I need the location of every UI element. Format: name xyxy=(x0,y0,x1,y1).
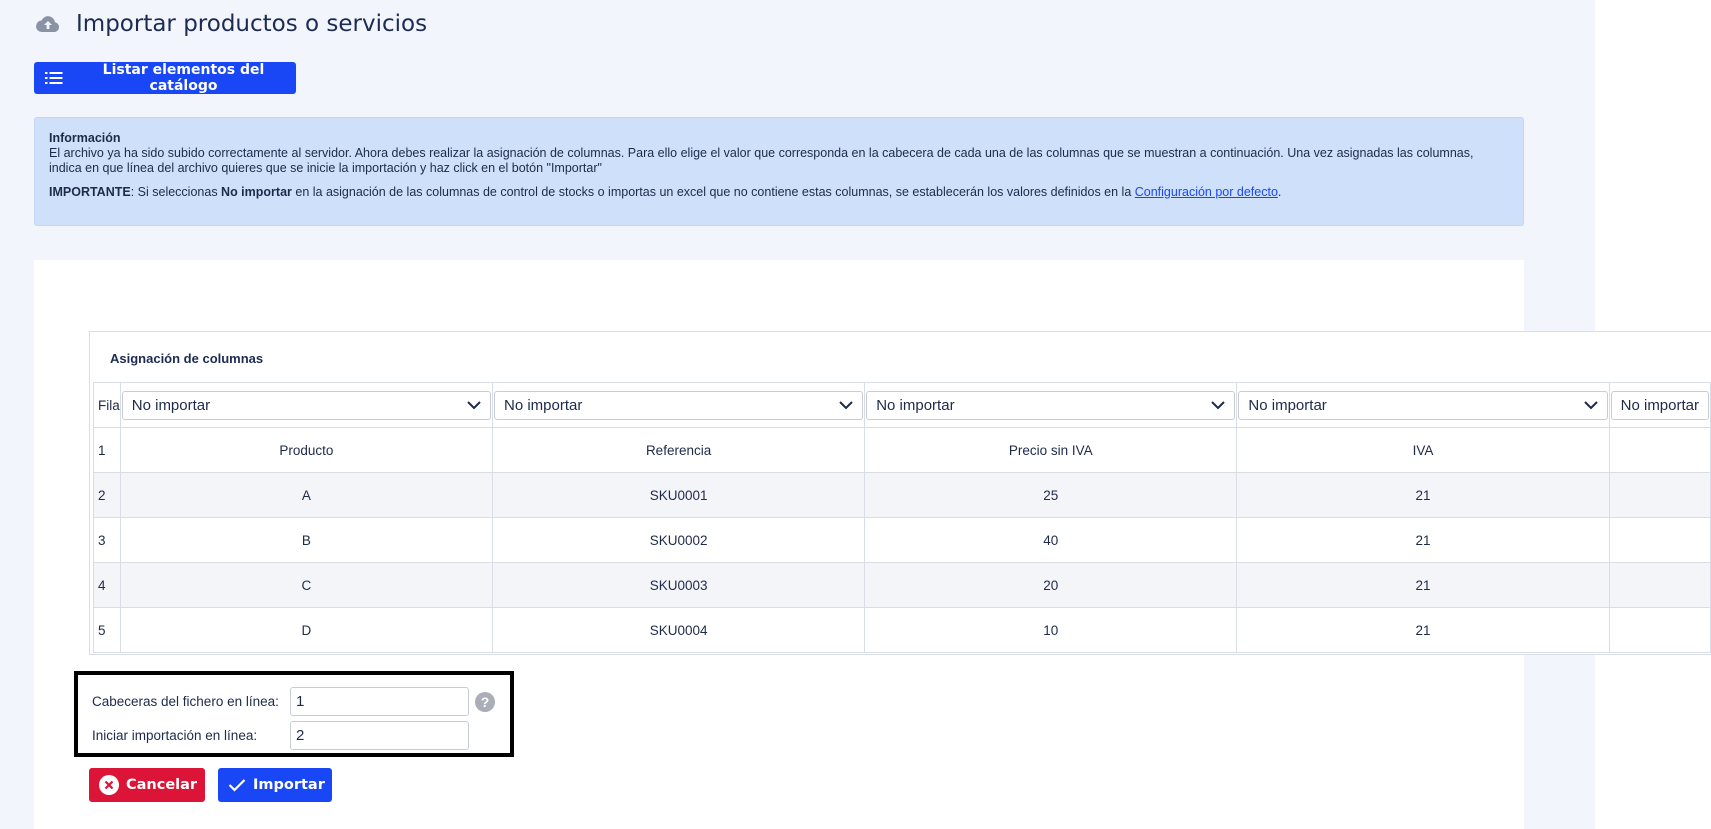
row-number: 3 xyxy=(93,517,121,563)
column-select-1[interactable]: No importar xyxy=(121,390,491,420)
check-icon xyxy=(228,778,246,792)
mapping-title: Asignación de columnas xyxy=(110,351,264,366)
column-mapping-panel: Asignación de columnas Fila No importar … xyxy=(89,331,1711,655)
info-important: IMPORTANTE: Si seleccionas No importar e… xyxy=(49,185,1509,200)
table-cell xyxy=(1608,472,1711,518)
page-title: Importar productos o servicios xyxy=(76,11,428,37)
row-number: 4 xyxy=(93,562,121,608)
table-cell: SKU0001 xyxy=(491,472,866,518)
table-cell: Precio sin IVA xyxy=(864,427,1238,473)
table-row: 4 C SKU0003 20 21 xyxy=(93,562,1711,608)
help-icon[interactable]: ? xyxy=(475,691,495,712)
import-button[interactable]: Importar xyxy=(218,768,332,802)
table-row: 1 Producto Referencia Precio sin IVA IVA xyxy=(93,427,1711,473)
table-cell: 25 xyxy=(864,472,1238,518)
chevron-down-icon xyxy=(1583,400,1598,410)
table-cell: D xyxy=(119,607,493,653)
header-line-input[interactable] xyxy=(290,687,469,716)
important-text-2: en la asignación de las columnas de cont… xyxy=(291,185,1135,199)
table-cell: 21 xyxy=(1236,562,1610,608)
select-value: No importar xyxy=(876,396,955,414)
header-line-row: Cabeceras del fichero en línea: ? xyxy=(92,687,495,716)
list-catalog-button[interactable]: Listar elementos del catálogo xyxy=(34,62,296,94)
cancel-button[interactable]: Cancelar xyxy=(89,768,205,802)
select-value: No importar xyxy=(503,396,583,414)
row-number: 1 xyxy=(93,427,121,473)
table-cell: 40 xyxy=(864,517,1238,563)
table-cell: 21 xyxy=(1236,472,1610,518)
select-value: No importar xyxy=(131,396,211,414)
table-cell: 10 xyxy=(864,607,1238,653)
row-number: 5 xyxy=(93,607,121,653)
table-cell xyxy=(1608,562,1711,608)
table-cell: Referencia xyxy=(491,427,866,473)
row-header: Fila xyxy=(93,382,121,428)
table-cell xyxy=(1608,517,1711,563)
select-row: Fila No importar No importar No importar… xyxy=(93,382,1711,428)
table-row: 2 A SKU0001 25 21 xyxy=(93,472,1711,518)
important-end: . xyxy=(1277,185,1282,199)
cancel-circle-icon xyxy=(99,775,119,795)
page-header: Importar productos o servicios xyxy=(34,6,427,42)
import-settings-box: Cabeceras del fichero en línea: ? Inicia… xyxy=(74,671,514,757)
info-box: Información El archivo ya ha sido subido… xyxy=(34,117,1524,226)
row-number: 2 xyxy=(93,472,121,518)
table-cell: 21 xyxy=(1236,607,1610,653)
table-cell: 21 xyxy=(1236,517,1610,563)
column-select-5[interactable]: No importar xyxy=(1610,390,1709,420)
column-select-4[interactable]: No importar xyxy=(1238,390,1608,420)
column-select-3[interactable]: No importar xyxy=(866,390,1236,420)
chevron-down-icon xyxy=(1211,400,1226,410)
mapping-table: Fila No importar No importar No importar… xyxy=(93,382,1711,653)
table-cell: A xyxy=(119,472,493,518)
start-line-label: Iniciar importación en línea: xyxy=(92,728,258,743)
info-text: El archivo ya ha sido subido correctamen… xyxy=(49,146,1474,175)
table-cell: 20 xyxy=(864,562,1238,608)
start-line-row: Iniciar importación en línea: xyxy=(92,721,469,750)
chevron-down-icon xyxy=(839,400,853,410)
table-cell: B xyxy=(119,517,493,563)
column-select-2[interactable]: No importar xyxy=(493,390,864,420)
cancel-label: Cancelar xyxy=(126,777,198,793)
important-bold: No importar xyxy=(221,185,292,199)
table-cell: IVA xyxy=(1236,427,1610,473)
list-icon xyxy=(45,71,63,85)
important-text-1: : Si seleccionas xyxy=(130,185,222,199)
select-value: No importar xyxy=(1620,396,1699,414)
header-line-label: Cabeceras del fichero en línea: xyxy=(92,694,279,709)
start-line-input[interactable] xyxy=(290,721,469,750)
important-label: IMPORTANTE xyxy=(49,185,131,199)
table-row: 3 B SKU0002 40 21 xyxy=(93,517,1711,563)
select-value: No importar xyxy=(1248,396,1327,414)
import-label: Importar xyxy=(253,777,325,793)
table-cell xyxy=(1608,607,1711,653)
default-config-link[interactable]: Configuración por defecto xyxy=(1135,185,1278,199)
table-cell: SKU0004 xyxy=(491,607,866,653)
cloud-upload-icon xyxy=(34,12,62,36)
table-cell: C xyxy=(119,562,493,608)
table-row: 5 D SKU0004 10 21 xyxy=(93,607,1711,653)
table-cell xyxy=(1608,427,1711,473)
chevron-down-icon xyxy=(467,400,481,410)
list-catalog-label: Listar elementos del catálogo xyxy=(102,62,265,94)
info-title: Información xyxy=(49,131,121,145)
table-cell: SKU0002 xyxy=(491,517,866,563)
table-cell: SKU0003 xyxy=(491,562,866,608)
table-cell: Producto xyxy=(119,427,493,473)
